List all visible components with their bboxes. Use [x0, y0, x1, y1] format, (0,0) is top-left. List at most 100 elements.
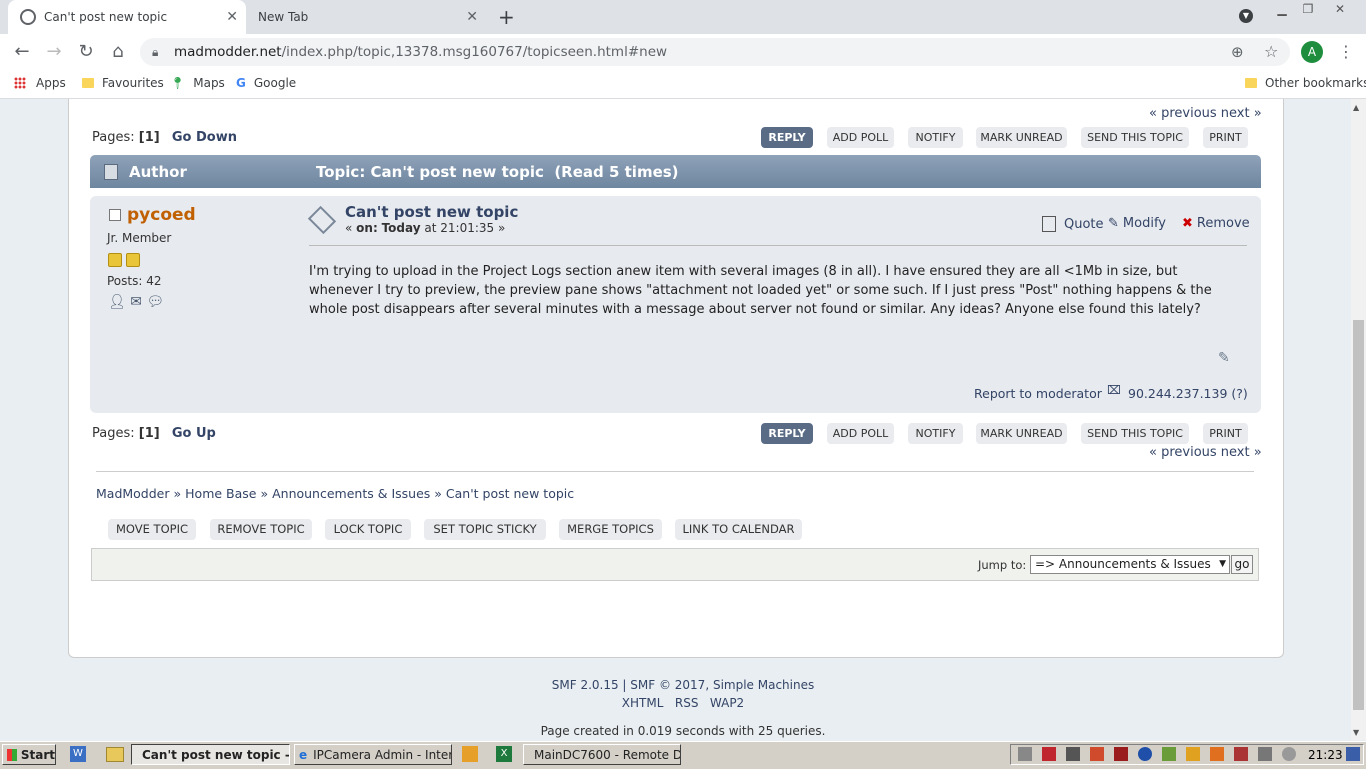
- start-button[interactable]: Start: [2, 744, 56, 765]
- post-subject[interactable]: Can't post new topic: [345, 203, 518, 221]
- tray-icon[interactable]: [1186, 747, 1200, 761]
- home-icon[interactable]: ⌂: [106, 41, 130, 63]
- tray-icon[interactable]: [1114, 747, 1128, 761]
- mark-unread-button[interactable]: MARK UNREAD: [976, 423, 1067, 444]
- zoom-icon[interactable]: ⊕: [1231, 43, 1244, 61]
- post-date: « on: Today at 21:01:35 »: [345, 221, 505, 235]
- inline-modify-icon[interactable]: ✎: [1218, 350, 1230, 366]
- lock-icon[interactable]: 🔒︎: [152, 45, 158, 60]
- tab-close-icon[interactable]: ✕: [226, 9, 238, 25]
- print-button[interactable]: PRINT: [1203, 423, 1248, 444]
- modify-label: Modify: [1122, 216, 1166, 231]
- add-poll-button[interactable]: ADD POLL: [827, 423, 894, 444]
- reload-icon[interactable]: ↻: [74, 41, 98, 63]
- network-icon[interactable]: [1258, 747, 1272, 761]
- tab-search-icon[interactable]: ▼: [1239, 9, 1253, 23]
- bookmark-google[interactable]: G Google: [236, 76, 296, 90]
- url-text[interactable]: madmodder.net/index.php/topic,13378.msg1…: [174, 44, 667, 60]
- notify-button[interactable]: NOTIFY: [908, 423, 963, 444]
- explorer-quicklaunch-icon[interactable]: [106, 747, 124, 762]
- back-icon[interactable]: ←: [10, 41, 34, 63]
- jump-to-select[interactable]: => Announcements & Issues ▼: [1030, 555, 1230, 574]
- breadcrumb-home-base[interactable]: Home Base: [185, 486, 256, 501]
- show-desktop-icon[interactable]: [1346, 747, 1360, 761]
- taskbar-item-remote-desktop[interactable]: MainDC7600 - Remote D...: [523, 744, 681, 765]
- taskbar-item-ie[interactable]: e IPCamera Admin - Intern...: [294, 744, 452, 765]
- reply-button[interactable]: REPLY: [761, 423, 813, 444]
- page-number[interactable]: [1]: [139, 130, 160, 145]
- taskbar-item-chrome[interactable]: Can't post new topic -...: [131, 744, 290, 765]
- tray-icon[interactable]: [1066, 747, 1080, 761]
- page-number[interactable]: [1]: [139, 426, 160, 441]
- email-icon[interactable]: ✉: [130, 294, 142, 310]
- excel-quicklaunch-icon[interactable]: X: [496, 746, 512, 762]
- url-path: /index.php/topic,13378.msg160767/topicse…: [281, 44, 668, 60]
- bookmark-other[interactable]: Other bookmarks: [1245, 76, 1366, 90]
- post-author-name[interactable]: pycoed: [127, 205, 196, 225]
- footer-xhtml-link[interactable]: XHTML: [622, 696, 664, 710]
- bookmark-apps[interactable]: Apps: [14, 76, 66, 90]
- menu-kebab-icon[interactable]: ⋮: [1338, 42, 1354, 61]
- lock-topic-button[interactable]: LOCK TOPIC: [325, 519, 411, 540]
- tray-icon[interactable]: [1042, 747, 1056, 761]
- personal-message-icon[interactable]: 💬︎: [146, 294, 164, 310]
- volume-icon[interactable]: [1282, 747, 1296, 761]
- new-tab-plus-icon[interactable]: +: [498, 5, 515, 29]
- remove-topic-button[interactable]: REMOVE TOPIC: [210, 519, 312, 540]
- go-down-link[interactable]: Go Down: [172, 130, 237, 145]
- breadcrumb-madmodder[interactable]: MadModder: [96, 486, 170, 501]
- profile-avatar[interactable]: A: [1301, 41, 1323, 63]
- tray-icon[interactable]: [1234, 747, 1248, 761]
- forward-icon[interactable]: →: [42, 41, 66, 63]
- move-topic-button[interactable]: MOVE TOPIC: [108, 519, 196, 540]
- quote-button[interactable]: Quote: [1042, 216, 1104, 232]
- breadcrumb-current-topic[interactable]: Can't post new topic: [446, 486, 574, 501]
- sticky-topic-button[interactable]: SET TOPIC STICKY: [424, 519, 546, 540]
- scrollbar-thumb[interactable]: [1353, 320, 1364, 710]
- bluetooth-icon[interactable]: [1138, 747, 1152, 761]
- close-window-icon[interactable]: ✕: [1328, 0, 1352, 18]
- footer-wap2-link[interactable]: WAP2: [710, 696, 744, 710]
- restore-icon[interactable]: ❐: [1296, 0, 1320, 18]
- reply-button[interactable]: REPLY: [761, 127, 813, 148]
- send-topic-button[interactable]: SEND THIS TOPIC: [1081, 423, 1189, 444]
- word-quicklaunch-icon[interactable]: W: [70, 746, 86, 762]
- remove-button[interactable]: ✖ Remove: [1182, 216, 1250, 231]
- notify-button[interactable]: NOTIFY: [908, 127, 963, 148]
- footer-copyright[interactable]: SMF 2.0.15 | SMF © 2017, Simple Machines: [0, 678, 1366, 692]
- scroll-up-icon[interactable]: ▲: [1353, 103, 1359, 112]
- send-topic-button[interactable]: SEND THIS TOPIC: [1081, 127, 1189, 148]
- prev-next-bottom[interactable]: « previous next »: [1149, 445, 1262, 460]
- tray-icon[interactable]: [1090, 747, 1104, 761]
- link-calendar-button[interactable]: LINK TO CALENDAR: [675, 519, 802, 540]
- chevron-down-icon: ▼: [1219, 559, 1226, 569]
- tab-new-tab[interactable]: New Tab ✕: [248, 0, 486, 34]
- tray-icon[interactable]: [1018, 747, 1032, 761]
- bookmark-favourites[interactable]: Favourites: [82, 76, 164, 90]
- url-host: madmodder.net: [174, 44, 282, 60]
- jump-go-button[interactable]: go: [1231, 555, 1253, 574]
- report-moderator-link[interactable]: Report to moderator: [974, 386, 1102, 401]
- scroll-down-icon[interactable]: ▼: [1353, 728, 1359, 737]
- modify-button[interactable]: ✎ Modify: [1108, 216, 1166, 231]
- pages-label: Pages:: [92, 426, 135, 441]
- footer-rss-link[interactable]: RSS: [675, 696, 699, 710]
- media-quicklaunch-icon[interactable]: [462, 746, 478, 762]
- post-ip[interactable]: 90.244.237.139 (?): [1128, 386, 1248, 401]
- mark-unread-button[interactable]: MARK UNREAD: [976, 127, 1067, 148]
- tab-active[interactable]: Can't post new topic ✕: [8, 0, 246, 34]
- print-button[interactable]: PRINT: [1203, 127, 1248, 148]
- tab-title: Can't post new topic: [44, 10, 168, 24]
- breadcrumb-announcements[interactable]: Announcements & Issues: [272, 486, 430, 501]
- minimize-icon[interactable]: ▁: [1270, 0, 1294, 18]
- tab-close-icon[interactable]: ✕: [466, 9, 478, 25]
- bookmark-maps[interactable]: 📍︎ Maps: [170, 76, 225, 90]
- add-poll-button[interactable]: ADD POLL: [827, 127, 894, 148]
- prev-next-top[interactable]: « previous next »: [1149, 106, 1262, 121]
- tray-icon[interactable]: [1162, 747, 1176, 761]
- merge-topics-button[interactable]: MERGE TOPICS: [559, 519, 662, 540]
- go-up-link[interactable]: Go Up: [172, 426, 216, 441]
- profile-icon[interactable]: 👤︎: [108, 294, 126, 310]
- bookmark-star-icon[interactable]: ☆: [1264, 42, 1278, 61]
- tray-icon[interactable]: [1210, 747, 1224, 761]
